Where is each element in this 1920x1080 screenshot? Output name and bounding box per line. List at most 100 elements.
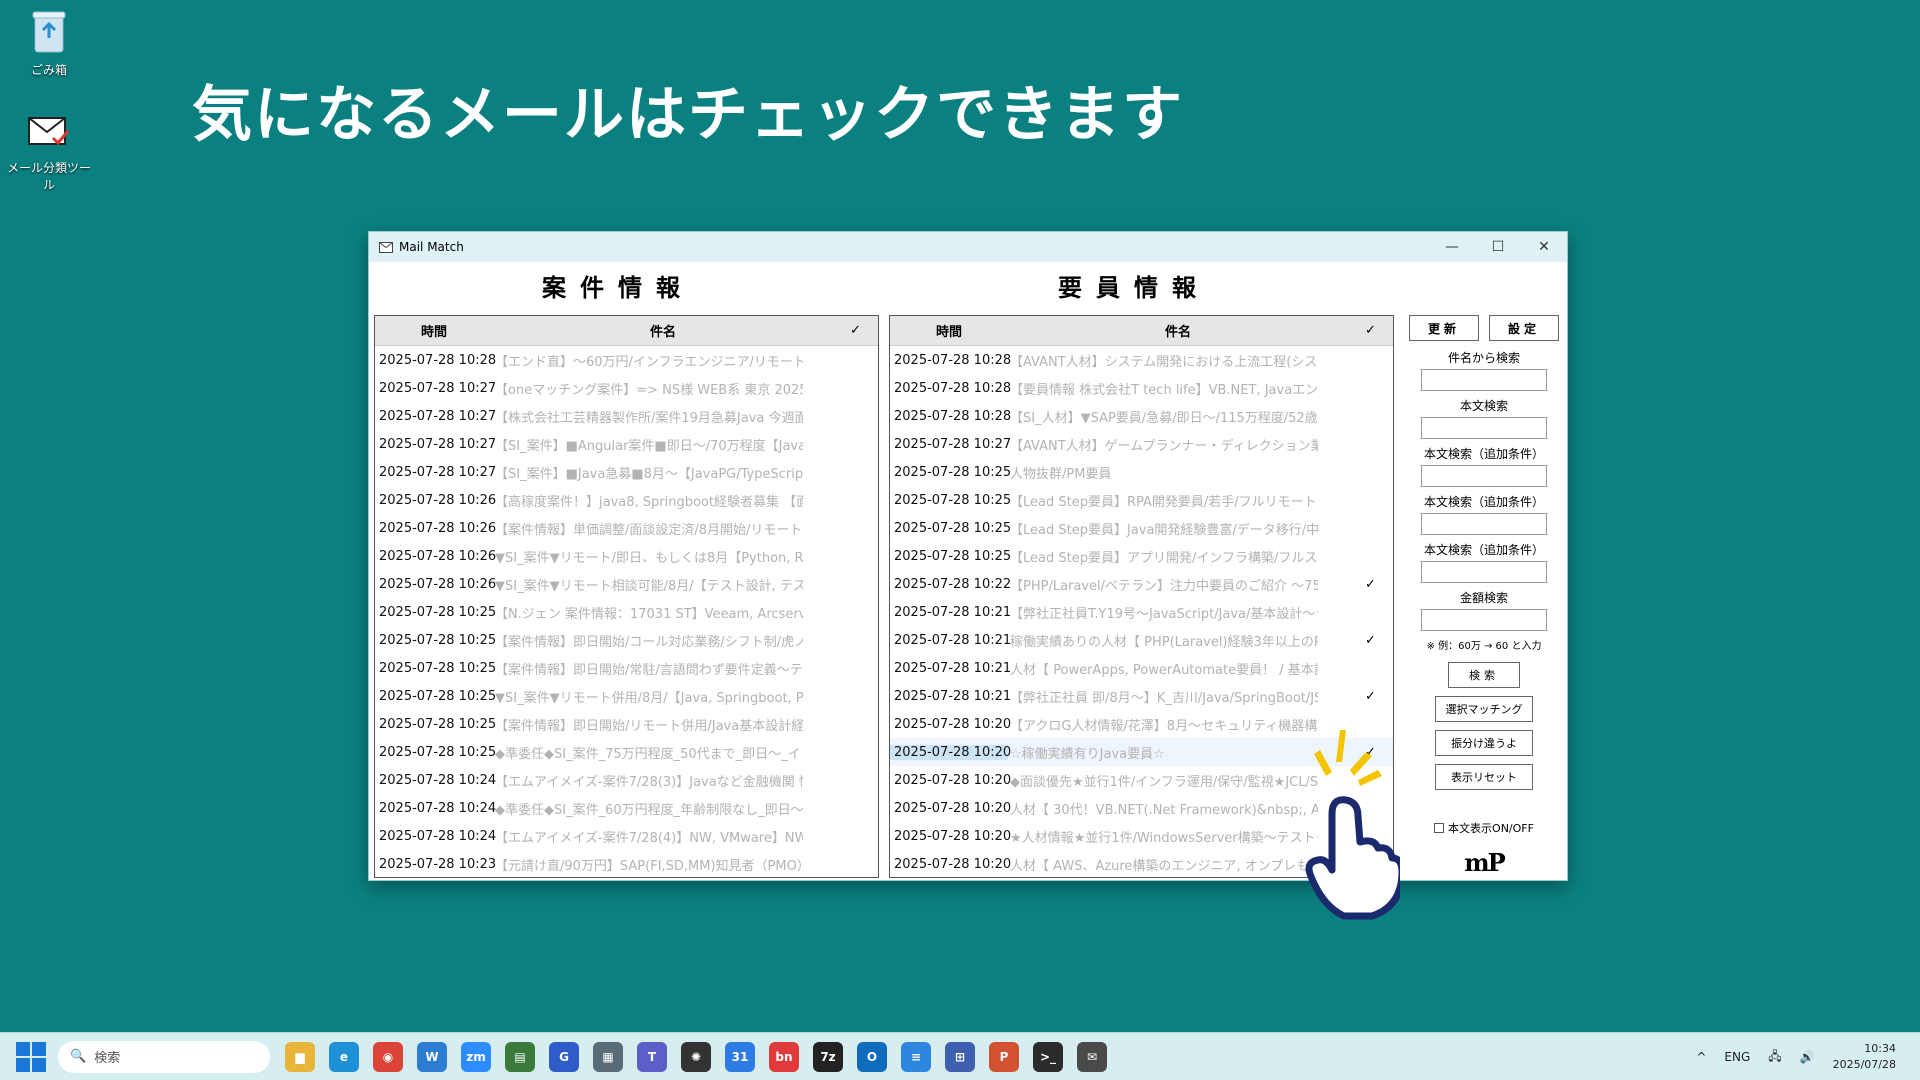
- row-subject: 【要員情報 株式会社T tech life】VB.NET, Javaエンジニア: [1010, 382, 1318, 398]
- table-row[interactable]: 2025-07-28 10:27 【SI_案件】■Angular案件■即日～/70…: [375, 430, 878, 458]
- table-row[interactable]: 2025-07-28 10:24 【エムアイメイズ-案件7/28(3)】Javaな…: [375, 766, 878, 794]
- row-time: 2025-07-28 10:21: [894, 660, 1012, 676]
- table-row[interactable]: 2025-07-28 10:25 【N.ジェン 案件情報：17031 ST】Vee…: [375, 598, 878, 626]
- body-search-input[interactable]: [1421, 417, 1547, 439]
- chevron-up-icon[interactable]: ^: [1696, 1050, 1706, 1064]
- column-subject[interactable]: 件名: [1008, 321, 1348, 340]
- taskbar-app-tool[interactable]: ▤: [505, 1041, 535, 1072]
- taskbar-app-terminal[interactable]: >_: [1033, 1041, 1063, 1072]
- project-list[interactable]: 時間 件名 ✓ 2025-07-28 10:28 【エンド直】～60万円/インフラ…: [374, 315, 879, 878]
- maximize-button[interactable]: ☐: [1475, 232, 1521, 262]
- table-row[interactable]: 2025-07-28 10:28 【要員情報 株式会社T tech life】VB…: [890, 374, 1393, 402]
- taskbar-app-explorer[interactable]: ▆: [285, 1041, 315, 1072]
- row-check[interactable]: ✓: [1348, 689, 1393, 704]
- table-row[interactable]: 2025-07-28 10:21 【弊社正社員 即/8月～】K_吉川/Java/S…: [890, 682, 1393, 710]
- row-subject: ◆準委任◆SI_案件_75万円程度_50代まで_即日～_インフ: [495, 746, 803, 762]
- row-time: 2025-07-28 10:28: [894, 380, 1012, 396]
- search-button[interactable]: 検索: [1448, 662, 1520, 688]
- extra-search-input-2[interactable]: [1421, 513, 1547, 535]
- extra-search-input-3[interactable]: [1421, 561, 1547, 583]
- taskbar-app-edge[interactable]: e: [329, 1041, 359, 1072]
- column-check[interactable]: ✓: [833, 323, 878, 338]
- settings-button[interactable]: 設定: [1489, 315, 1559, 341]
- table-row[interactable]: 2025-07-28 10:25 【Lead Step要員】アプリ開発/インフラ構…: [890, 542, 1393, 570]
- search-placeholder: 検索: [94, 1051, 121, 1066]
- taskbar-app-chatgpt[interactable]: ✺: [681, 1041, 711, 1072]
- refresh-button[interactable]: 更新: [1409, 315, 1479, 341]
- row-subject: 【アクロG人材情報/花澤】8月～セキュリティ機器構築/運用, NW: [1010, 718, 1318, 734]
- taskbar-app-zoom[interactable]: zm: [461, 1041, 491, 1072]
- taskbar-app-calendar[interactable]: 31: [725, 1041, 755, 1072]
- table-row[interactable]: 2025-07-28 10:25 【案件情報】即日開始/常駐/言語問わず要件定義～…: [375, 654, 878, 682]
- row-check[interactable]: ✓: [1348, 577, 1393, 592]
- maximize-icon: ☐: [1491, 239, 1505, 255]
- table-row[interactable]: 2025-07-28 10:28 【SI_人材】▼SAP要員/急募/即日～/115…: [890, 402, 1393, 430]
- taskbar-app-outlook[interactable]: O: [857, 1041, 887, 1072]
- table-row[interactable]: 2025-07-28 10:25 人物抜群/PM要員: [890, 458, 1393, 486]
- wrong-sort-button[interactable]: 振分け違うよ: [1435, 730, 1533, 756]
- taskbar-app-network[interactable]: ⊞: [945, 1041, 975, 1072]
- table-row[interactable]: 2025-07-28 10:25 ◆準委任◆SI_案件_75万円程度_50代まで_…: [375, 738, 878, 766]
- subject-search-input[interactable]: [1421, 369, 1547, 391]
- column-subject[interactable]: 件名: [493, 321, 833, 340]
- extra-search-input-1[interactable]: [1421, 465, 1547, 487]
- table-row[interactable]: 2025-07-28 10:21 人材【 PowerApps, PowerAuto…: [890, 654, 1393, 682]
- row-subject: 人材【 30代！VB.NET(.Net Framework)&nbsp;, AS…: [1010, 802, 1318, 818]
- amount-search-input[interactable]: [1421, 609, 1547, 631]
- table-row[interactable]: 2025-07-28 10:22 【PHP/Laravel/ベテラン】注力中要員の…: [890, 570, 1393, 598]
- column-check[interactable]: ✓: [1348, 323, 1393, 338]
- close-button[interactable]: ✕: [1521, 232, 1567, 262]
- selected-matching-button[interactable]: 選択マッチング: [1435, 696, 1533, 722]
- table-row[interactable]: 2025-07-28 10:21 【弊社正社員T.Y19号～JavaScript/…: [890, 598, 1393, 626]
- row-time: 2025-07-28 10:21: [894, 604, 1012, 620]
- taskbar-app-7zip[interactable]: 7z: [813, 1041, 843, 1072]
- table-row[interactable]: 2025-07-28 10:25 【Lead Step要員】Java開発経験豊富/…: [890, 514, 1393, 542]
- row-time: 2025-07-28 10:25: [894, 520, 1012, 536]
- taskbar-app-calculator[interactable]: ▦: [593, 1041, 623, 1072]
- table-row[interactable]: 2025-07-28 10:24 【エムアイメイズ-案件7/28(4)】NW, V…: [375, 822, 878, 850]
- minimize-button[interactable]: —: [1429, 232, 1475, 262]
- start-button[interactable]: [16, 1041, 46, 1072]
- taskbar-app-chrome[interactable]: ◉: [373, 1041, 403, 1072]
- network-icon[interactable]: 🖧: [1768, 1047, 1781, 1068]
- search-icon: 🔍: [70, 1049, 87, 1064]
- desktop-icon-mail-tool[interactable]: メール分類ツール: [4, 112, 94, 193]
- table-row[interactable]: 2025-07-28 10:27 【oneマッチング案件】=> NS様 WEB系 …: [375, 374, 878, 402]
- taskbar-app-powerpoint[interactable]: P: [989, 1041, 1019, 1072]
- body-display-toggle[interactable]: 本文表示ON/OFF: [1409, 820, 1559, 836]
- row-time: 2025-07-28 10:22: [894, 576, 1012, 592]
- table-row[interactable]: 2025-07-28 10:28 【AVANT人材】システム開発における上流工程(…: [890, 346, 1393, 374]
- table-row[interactable]: 2025-07-28 10:27 【株式会社工芸精器製作所/案件19月急募Java…: [375, 402, 878, 430]
- table-row[interactable]: 2025-07-28 10:21 稼働実績ありの人材【 PHP(Laravel)経…: [890, 626, 1393, 654]
- row-time: 2025-07-28 10:27: [379, 436, 497, 452]
- desktop-icon-recycle-bin[interactable]: ごみ箱: [4, 8, 94, 78]
- table-row[interactable]: 2025-07-28 10:25 【案件情報】即日開始/コール対応業務/シフト制/…: [375, 626, 878, 654]
- taskbar-app-mail-match[interactable]: ✉: [1077, 1041, 1107, 1072]
- taskbar-search[interactable]: 🔍 検索: [58, 1040, 270, 1073]
- language-indicator[interactable]: ENG: [1724, 1050, 1750, 1064]
- column-time[interactable]: 時間: [375, 321, 493, 340]
- reset-view-button[interactable]: 表示リセット: [1435, 764, 1533, 790]
- row-check[interactable]: ✓: [1348, 633, 1393, 648]
- table-row[interactable]: 2025-07-28 10:25 【案件情報】即日開始/リモート併用/Java基本…: [375, 710, 878, 738]
- taskbar-app-teams[interactable]: T: [637, 1041, 667, 1072]
- column-time[interactable]: 時間: [890, 321, 1008, 340]
- table-row[interactable]: 2025-07-28 10:26 ▼SI_案件▼リモート/即日、もしくは8月【Py…: [375, 542, 878, 570]
- table-row[interactable]: 2025-07-28 10:28 【エンド直】～60万円/インフラエンジニア/リモ…: [375, 346, 878, 374]
- taskbar-app-word[interactable]: W: [417, 1041, 447, 1072]
- volume-icon[interactable]: 🔊: [1800, 1050, 1815, 1064]
- table-row[interactable]: 2025-07-28 10:26 【案件情報】単価調整/面談設定済/8月開始/リモ…: [375, 514, 878, 542]
- table-row[interactable]: 2025-07-28 10:27 【AVANT人材】ゲームプランナー・ディレクショ…: [890, 430, 1393, 458]
- table-row[interactable]: 2025-07-28 10:24 ◆準委任◆SI_案件_60万円程度_年齢制限なし…: [375, 794, 878, 822]
- table-row[interactable]: 2025-07-28 10:25 ▼SI_案件▼リモート併用/8月/【Java, …: [375, 682, 878, 710]
- table-row[interactable]: 2025-07-28 10:27 【SI_案件】■Java急募■8月～【JavaP…: [375, 458, 878, 486]
- clock[interactable]: 10:34 2025/07/28: [1833, 1041, 1896, 1073]
- row-subject: 【AVANT人材】ゲームプランナー・ディレクション業務希望 ／ 即日: [1010, 438, 1318, 454]
- taskbar-app-g-app[interactable]: G: [549, 1041, 579, 1072]
- table-row[interactable]: 2025-07-28 10:26 【高稼度案件！】java8, Springboo…: [375, 486, 878, 514]
- table-row[interactable]: 2025-07-28 10:26 ▼SI_案件▼リモート相談可能/8月/【テスト設…: [375, 570, 878, 598]
- table-row[interactable]: 2025-07-28 10:25 【Lead Step要員】RPA開発要員/若手/…: [890, 486, 1393, 514]
- taskbar-app-bn-app[interactable]: bn: [769, 1041, 799, 1072]
- table-row[interactable]: 2025-07-28 10:23 【元請け直/90万円】SAP(FI,SD,MM)…: [375, 850, 878, 877]
- taskbar-app-notepad[interactable]: ≡: [901, 1041, 931, 1072]
